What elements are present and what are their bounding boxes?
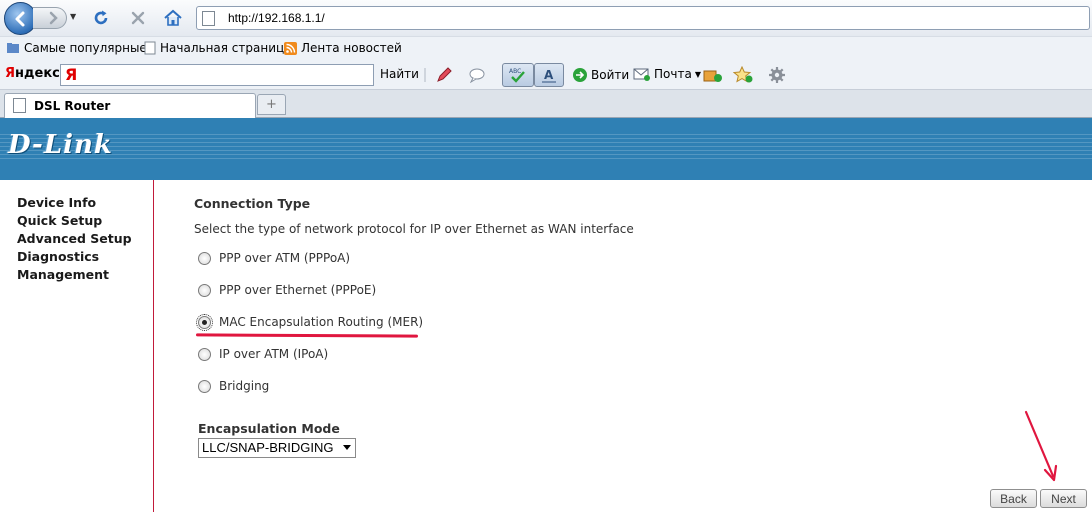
bookmark-news-feed[interactable]: Лента новостей [284,41,402,55]
svg-text:A: A [544,68,554,82]
translate-button[interactable]: A [534,63,564,87]
bookmarks-bar: Самые популярные Начальная страница Лент… [0,36,1092,60]
forward-button[interactable] [33,7,67,29]
option-pppoe[interactable]: PPP over Ethernet (PPPoE) [198,283,376,297]
option-label: PPP over ATM (PPPoA) [219,251,351,265]
svg-text:ABC: ABC [509,68,521,75]
translate-icon: A [542,68,556,83]
option-label: PPP over Ethernet (PPPoE) [219,283,377,297]
radio-pppoa[interactable] [198,251,211,265]
refresh-button[interactable] [90,7,112,29]
menu-diagnostics[interactable]: Diagnostics [17,249,99,264]
side-menu: Device Info Quick Setup Advanced Setup D… [0,180,154,512]
spellcheck-icon: ABC [509,68,525,83]
encapsulation-mode-title: Encapsulation Mode [198,421,340,436]
dlink-logo: D-Link [8,130,113,160]
page-icon [13,98,26,113]
refresh-icon [94,10,108,25]
plus-icon: + [266,97,277,112]
option-bridging[interactable]: Bridging [198,379,269,393]
yandex-search-logo: Я [65,65,78,84]
tab-dsl-router[interactable]: DSL Router [4,93,256,118]
yandex-brand-text: ндекс [15,66,60,81]
pencil-icon [437,67,452,82]
home-button[interactable] [162,7,184,29]
folders-icon [703,70,722,82]
next-button[interactable]: Next [1040,489,1087,508]
bookmarks-button[interactable] [703,64,725,86]
option-mer[interactable]: MAC Encapsulation Routing (MER) [196,313,424,331]
yandex-search-input[interactable]: Я [60,64,374,86]
option-ipoa[interactable]: IP over ATM (IPoA) [198,347,328,361]
connection-type-description: Select the type of network protocol for … [194,222,634,236]
menu-device-info[interactable]: Device Info [17,195,96,210]
page-icon [144,41,156,55]
radio-mer[interactable] [196,313,213,331]
login-icon [573,68,587,82]
bookmark-most-visited[interactable]: Самые популярные [6,41,147,55]
comment-button[interactable] [466,64,488,86]
mail-icon [633,68,650,81]
back-page-button[interactable]: Back [990,489,1037,508]
browser-navbar: ▼ http://192.168.1.1/ [0,0,1092,36]
gear-icon [769,67,785,83]
rss-icon [284,41,297,55]
router-banner: D-Link [0,118,1092,180]
annotation-underline [195,333,419,338]
address-bar[interactable]: http://192.168.1.1/ [196,6,1090,30]
option-pppoa[interactable]: PPP over ATM (PPPoA) [198,251,350,265]
bookmark-start-page[interactable]: Начальная страница [144,41,292,55]
option-label: IP over ATM (IPoA) [219,347,329,361]
favorites-button[interactable] [733,64,755,86]
pencil-button[interactable] [433,64,455,86]
banner-stripes [0,134,1092,160]
page-icon [202,11,215,26]
new-tab-button[interactable]: + [257,94,286,115]
chevron-down-icon [343,445,351,450]
option-label: MAC Encapsulation Routing (MER) [219,315,424,329]
option-label: Bridging [219,379,270,393]
stop-button[interactable] [127,7,149,29]
select-value: LLC/SNAP-BRIDGING [202,440,334,455]
encapsulation-mode-select[interactable]: LLC/SNAP-BRIDGING [198,438,356,458]
forward-icon [49,11,58,25]
spellcheck-button[interactable]: ABC [502,63,534,87]
speech-bubble-icon [469,68,485,83]
mail-button[interactable]: Почта ▼ [633,67,701,81]
menu-management[interactable]: Management [17,267,109,282]
radio-bridging[interactable] [198,379,211,393]
yandex-toolbar: Яндекс ▼ Я Найти ABC A Войти [0,60,1092,90]
menu-advanced-setup[interactable]: Advanced Setup [17,231,132,246]
stop-icon [131,11,145,25]
address-text: http://192.168.1.1/ [228,11,325,25]
menu-quick-setup[interactable]: Quick Setup [17,213,102,228]
login-button[interactable]: Войти [572,67,629,83]
home-icon [164,9,182,26]
tab-bar: DSL Router + [0,90,1092,118]
radio-ipoa[interactable] [198,347,211,361]
bookmark-folder-icon [7,43,19,53]
annotation-arrow-icon [1024,410,1058,482]
connection-type-title: Connection Type [194,196,311,211]
star-icon [733,66,753,83]
radio-pppoe[interactable] [198,283,211,297]
back-icon [15,11,24,26]
settings-button[interactable] [766,64,788,86]
history-dropdown-icon[interactable]: ▼ [70,12,76,21]
tab-title: DSL Router [34,99,111,113]
